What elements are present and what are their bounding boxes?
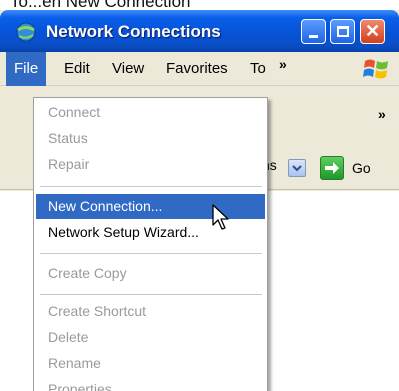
menu-item-properties[interactable]: Properties [36,377,265,391]
menubar-overflow-icon[interactable]: » [279,56,287,72]
menu-item-delete[interactable]: Delete [36,325,265,350]
chevron-down-icon [292,165,302,172]
mouse-pointer-icon [212,204,229,230]
menu-file[interactable]: File [6,52,47,86]
menu-separator [40,294,262,295]
network-connections-window: Network Connections ✕ File Edit View Fav… [0,10,399,391]
address-dropdown-button[interactable] [288,159,306,177]
menu-item-rename[interactable]: Rename [36,351,265,376]
menu-item-status[interactable]: Status [36,126,265,151]
menu-bar: File Edit View Favorites To » [0,52,399,86]
menu-item-connect[interactable]: Connect [36,100,265,125]
menu-tools[interactable]: To [250,52,266,86]
menu-favorites[interactable]: Favorites [166,52,228,86]
windows-logo-icon [363,59,388,79]
menu-separator [40,253,262,254]
caption-text: To...en New Connection [10,0,191,10]
file-menu-dropdown: Connect Status Repair New Connection... … [33,97,268,391]
window-title: Network Connections [46,22,221,41]
menu-item-repair[interactable]: Repair [36,152,265,177]
toolbar-overflow-icon[interactable]: » [378,106,386,122]
menu-item-create-shortcut[interactable]: Create Shortcut [36,299,265,324]
menu-edit[interactable]: Edit [64,52,90,86]
go-button[interactable] [320,156,344,180]
go-arrow-icon [325,162,339,174]
menu-separator [40,186,262,187]
minimize-button[interactable] [301,19,326,44]
menu-view[interactable]: View [112,52,144,86]
menu-item-create-copy[interactable]: Create Copy [36,261,265,286]
close-button[interactable]: ✕ [360,19,385,44]
maximize-icon [336,26,349,37]
close-icon: ✕ [364,21,381,41]
maximize-button[interactable] [330,19,355,44]
go-label[interactable]: Go [352,160,371,176]
title-bar[interactable]: Network Connections ✕ [0,10,399,52]
network-connections-icon [16,22,36,42]
minimize-icon [309,35,318,38]
